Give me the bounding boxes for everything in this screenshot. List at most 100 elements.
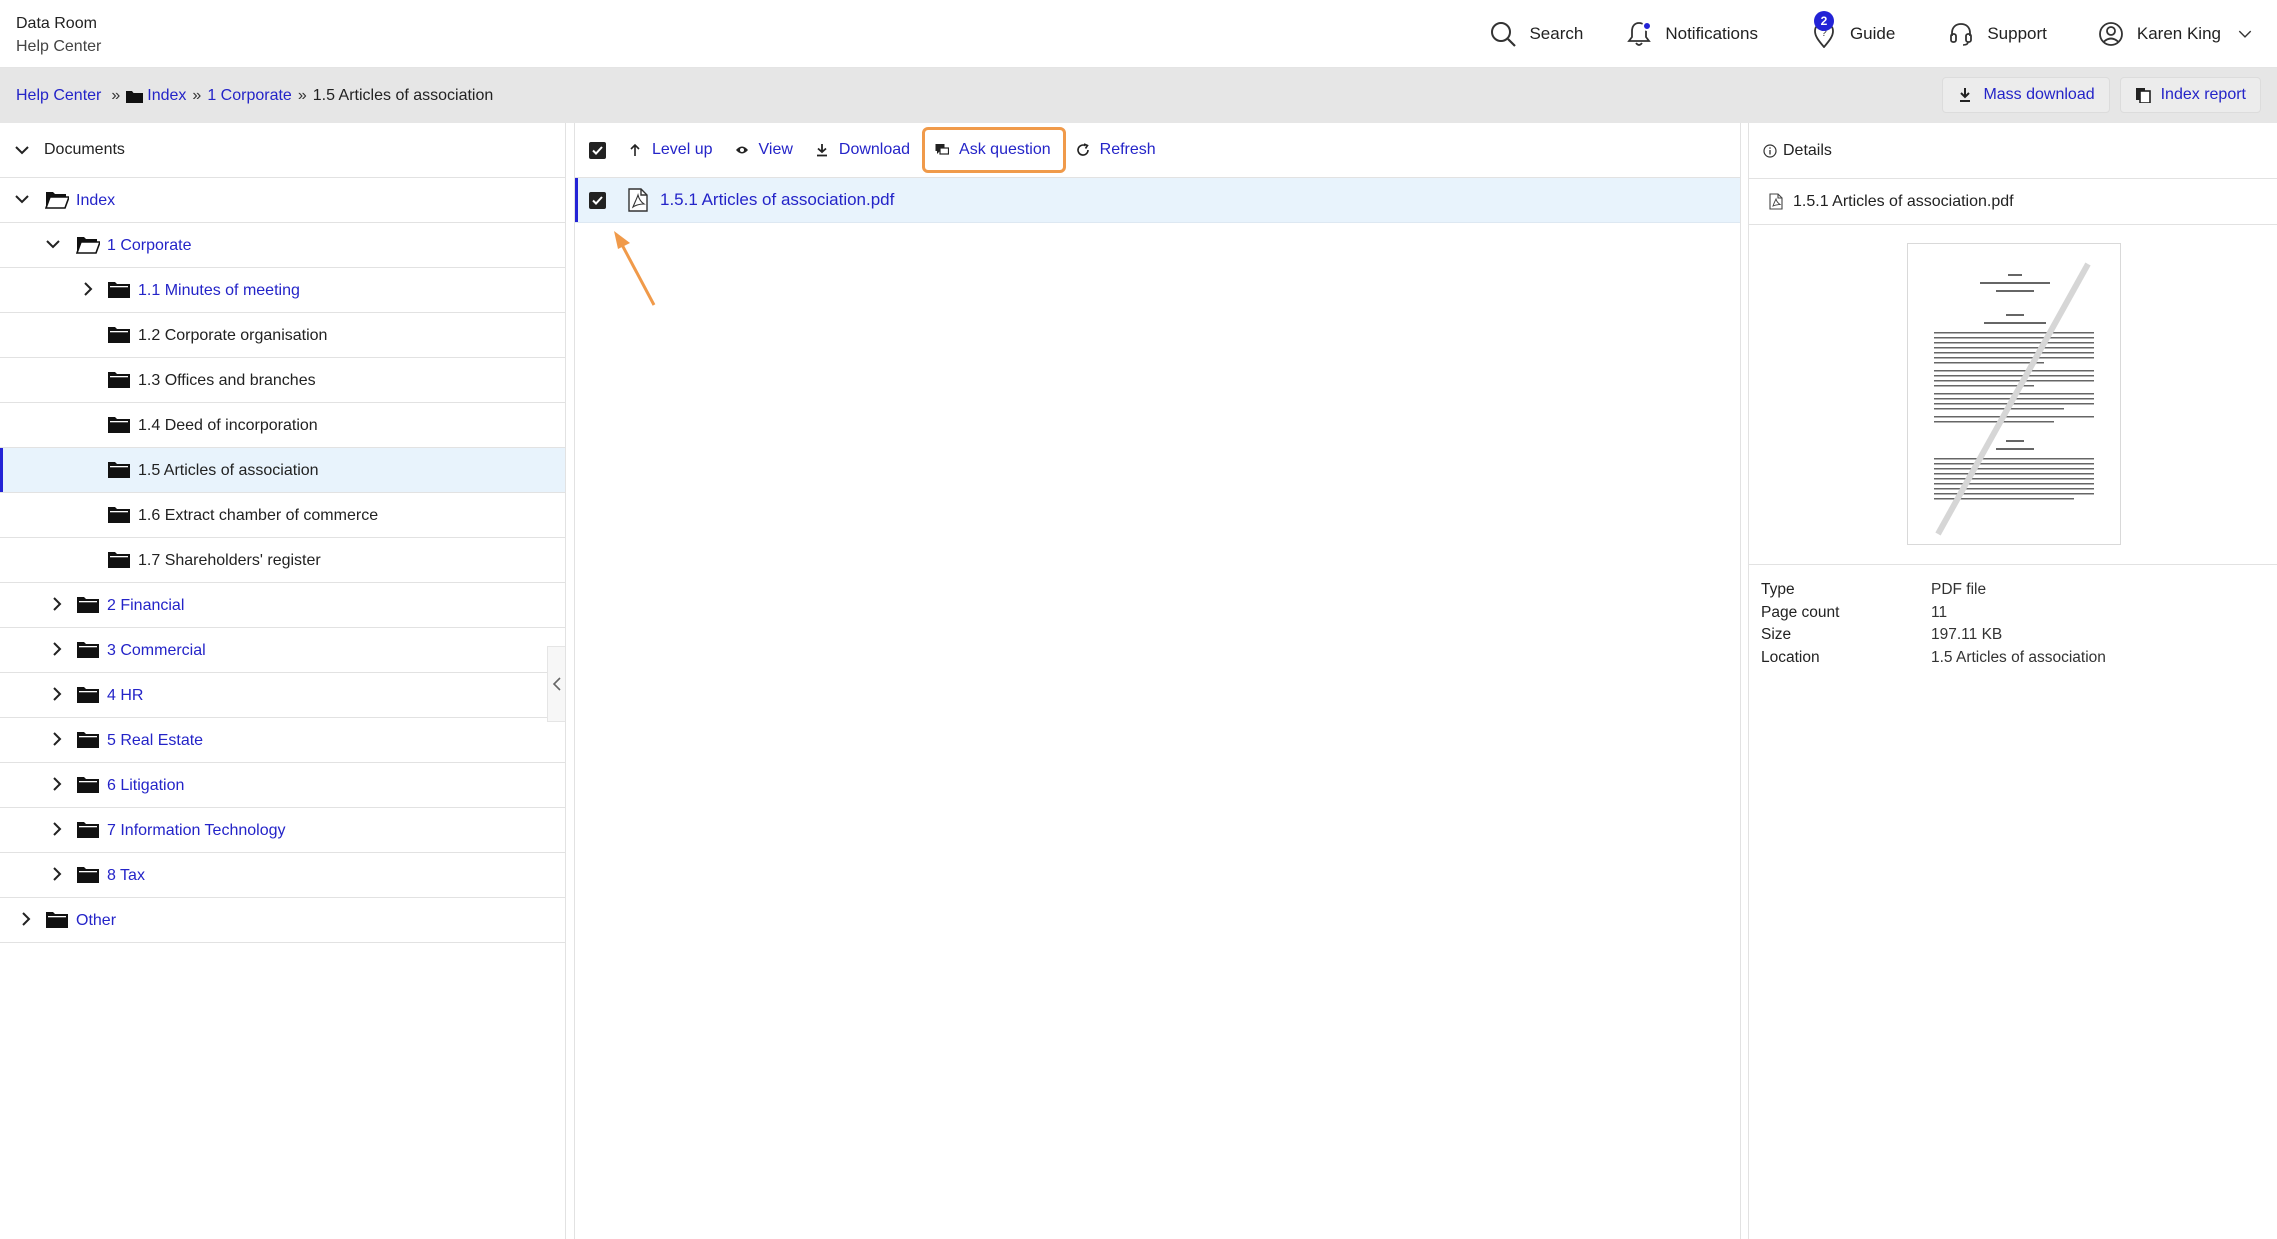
- tree-row[interactable]: 7 Information Technology: [0, 808, 565, 853]
- chevron-down-icon[interactable]: [46, 237, 60, 251]
- download-button[interactable]: Download: [815, 130, 910, 170]
- ask-question-label: Ask question: [959, 141, 1051, 158]
- pdf-file-icon: [628, 188, 648, 212]
- folder-icon: [126, 90, 144, 103]
- folder-open-icon: [45, 192, 69, 209]
- check-icon: [592, 195, 603, 205]
- tree-row[interactable]: 3 Commercial: [0, 628, 565, 673]
- brand[interactable]: Data Room Help Center: [16, 12, 101, 58]
- chevron-right-icon[interactable]: [50, 732, 64, 746]
- tree-row[interactable]: 1.2 Corporate organisation: [0, 313, 565, 358]
- breadcrumb: Help Center » Index » 1 Corporate » 1.5 …: [16, 68, 493, 123]
- chevron-right-icon[interactable]: [50, 687, 64, 701]
- folder-open-icon: [76, 237, 100, 254]
- folder-icon: [77, 642, 99, 658]
- tree-row[interactable]: 1.1 Minutes of meeting: [0, 268, 565, 313]
- check-icon: [592, 145, 603, 155]
- details-properties: Type PDF file Page count 11 Size 197.11 KB Loc…: [1749, 565, 2277, 669]
- chevron-right-icon[interactable]: [50, 867, 64, 881]
- tree-row[interactable]: 1.4 Deed of incorporation: [0, 403, 565, 448]
- chevron-right-icon[interactable]: [50, 642, 64, 656]
- brand-title: Data Room: [16, 15, 97, 32]
- chevron-left-icon: [552, 677, 561, 691]
- tree-row[interactable]: 1.5 Articles of association: [0, 448, 565, 493]
- breadcrumb-actions: Mass download Index report: [1932, 77, 2261, 113]
- guide-label: Guide: [1849, 24, 1896, 43]
- tree-row[interactable]: 2 Financial: [0, 583, 565, 628]
- chevron-right-icon[interactable]: [19, 912, 33, 926]
- notifications-nav[interactable]: Notifications: [1625, 0, 1758, 68]
- breadcrumb-separator: »: [192, 86, 202, 104]
- headset-icon: [1950, 23, 1973, 46]
- tree-row[interactable]: 1.6 Extract chamber of commerce: [0, 493, 565, 538]
- folder-icon: [108, 282, 130, 298]
- file-checkbox[interactable]: [589, 191, 606, 209]
- download-icon: [816, 144, 827, 157]
- tree-row-label[interactable]: 1.1 Minutes of meeting: [138, 282, 300, 300]
- chevron-right-icon[interactable]: [50, 822, 64, 836]
- breadcrumb-index[interactable]: Index: [147, 87, 186, 105]
- tree-row[interactable]: 8 Tax: [0, 853, 565, 898]
- search-label: Search: [1529, 24, 1584, 43]
- property-value: PDF file: [1931, 581, 1987, 599]
- tree-row-label[interactable]: 2 Financial: [107, 597, 184, 615]
- index-report-button[interactable]: Index report: [2119, 77, 2261, 113]
- breadcrumb-separator: »: [297, 86, 307, 104]
- ask-question-button[interactable]: Ask question: [922, 127, 1066, 173]
- tree-row[interactable]: 1.3 Offices and branches: [0, 358, 565, 403]
- breadcrumb-help-center[interactable]: Help Center: [16, 87, 101, 105]
- mass-download-button[interactable]: Mass download: [1942, 77, 2110, 113]
- view-button[interactable]: View: [735, 130, 793, 170]
- tree-row[interactable]: Index: [0, 178, 565, 223]
- support-nav[interactable]: Support: [1947, 0, 2047, 68]
- tree-row[interactable]: 5 Real Estate: [0, 718, 565, 763]
- folder-icon: [77, 732, 99, 748]
- document-thumbnail[interactable]: [1907, 243, 2121, 545]
- tree-row[interactable]: 6 Litigation: [0, 763, 565, 808]
- chevron-right-icon[interactable]: [81, 282, 95, 296]
- tree-row-label[interactable]: 6 Litigation: [107, 777, 184, 795]
- folder-icon: [108, 372, 130, 388]
- tree-row-label[interactable]: 1 Corporate: [107, 237, 192, 255]
- guide-nav[interactable]: ? 2 Guide: [1810, 0, 1895, 68]
- chevron-right-icon[interactable]: [50, 597, 64, 611]
- tree-row-label[interactable]: 8 Tax: [107, 867, 145, 885]
- property-row: Page count 11: [1761, 602, 2277, 625]
- tree-row-label[interactable]: 4 HR: [107, 687, 143, 705]
- tree-row-label[interactable]: 5 Real Estate: [107, 732, 203, 750]
- info-icon: [1763, 143, 1777, 158]
- user-avatar-icon: [2098, 22, 2123, 46]
- level-up-button[interactable]: Level up: [628, 130, 713, 170]
- file-name[interactable]: 1.5.1 Articles of association.pdf: [660, 190, 894, 210]
- chevron-down-icon[interactable]: [15, 192, 29, 206]
- search-nav[interactable]: Search: [1489, 0, 1583, 68]
- property-key: Page count: [1761, 603, 1840, 621]
- refresh-button[interactable]: Refresh: [1076, 130, 1156, 170]
- tree-row-label[interactable]: Index: [76, 192, 115, 210]
- breadcrumb-current: 1.5 Articles of association: [312, 86, 494, 104]
- tree-row[interactable]: 1.7 Shareholders' register: [0, 538, 565, 583]
- user-menu[interactable]: Karen King: [2097, 0, 2253, 68]
- tree-row-label[interactable]: Other: [76, 912, 116, 930]
- tree-row-label: 1.5 Articles of association: [138, 462, 319, 479]
- tree-row[interactable]: 4 HR: [0, 673, 565, 718]
- tree-row-label[interactable]: 7 Information Technology: [107, 822, 285, 840]
- file-row[interactable]: 1.5.1 Articles of association.pdf: [575, 178, 1740, 223]
- breadcrumb-corporate[interactable]: 1 Corporate: [207, 87, 292, 105]
- folder-icon: [108, 327, 130, 343]
- location-link[interactable]: 1.5 Articles of association: [1931, 649, 2106, 667]
- index-report-label: Index report: [2160, 86, 2246, 103]
- tree-header[interactable]: Documents: [0, 123, 565, 178]
- folder-icon: [108, 507, 130, 523]
- annotation-arrow: [614, 231, 656, 306]
- tree-row[interactable]: Other: [0, 898, 565, 943]
- collapse-tree-handle[interactable]: [547, 646, 565, 722]
- tree-row-label[interactable]: 3 Commercial: [107, 642, 206, 660]
- tree-row[interactable]: 1 Corporate: [0, 223, 565, 268]
- chevron-right-icon[interactable]: [50, 777, 64, 791]
- tree-rows: Index 1 Corporate 1.1 Minutes of meeting 1.…: [0, 178, 565, 943]
- view-label: View: [758, 141, 793, 158]
- select-all-checkbox[interactable]: [589, 141, 606, 159]
- download-icon: [1960, 88, 1971, 102]
- file-toolbar: Level up View Download Ask question Refr…: [575, 123, 1740, 178]
